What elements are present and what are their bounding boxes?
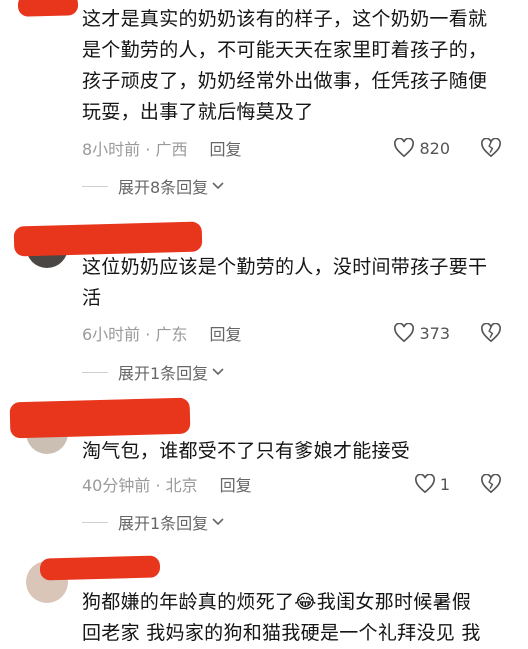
broken-heart-icon <box>481 474 501 494</box>
like-count: 1 <box>439 474 450 494</box>
reply-button[interactable]: 回复 <box>220 472 252 496</box>
expand-replies-label: 展开8条回复 <box>118 178 209 197</box>
broken-heart-icon <box>481 138 501 158</box>
expand-replies-label: 展开1条回复 <box>118 514 209 533</box>
heart-outline-icon <box>414 474 435 494</box>
expand-replies-button[interactable]: 展开8条回复 <box>82 173 224 199</box>
like-count: 820 <box>419 138 450 158</box>
dislike-button[interactable] <box>480 135 502 161</box>
expand-replies-button[interactable]: 展开1条回复 <box>82 509 224 535</box>
comment-meta: 6小时前 · 广东 回复 <box>82 320 241 346</box>
chevron-down-icon <box>212 182 224 190</box>
divider-line <box>82 185 108 187</box>
like-button[interactable]: 820 <box>393 135 450 161</box>
heart-outline-icon <box>394 138 415 158</box>
comment-time-location: 6小时前 · 广东 <box>82 325 188 344</box>
expand-replies-button[interactable]: 展开1条回复 <box>82 359 224 385</box>
chevron-down-icon <box>212 518 224 526</box>
like-count: 373 <box>419 323 450 343</box>
divider-line <box>82 521 108 523</box>
comment-time-location: 40分钟前 · 北京 <box>82 476 198 495</box>
chevron-down-icon <box>212 368 224 376</box>
dislike-button[interactable] <box>480 320 502 346</box>
comment-text[interactable]: 淘气包，谁都受不了只有爹娘才能接受 <box>82 436 502 467</box>
redacted-username <box>39 555 161 581</box>
redacted-username <box>17 0 79 17</box>
divider-line <box>82 371 108 373</box>
like-button[interactable]: 1 <box>414 471 450 497</box>
comment-meta: 8小时前 · 广西 回复 <box>82 135 241 161</box>
like-button[interactable]: 373 <box>393 320 450 346</box>
dislike-button[interactable] <box>480 471 502 497</box>
reply-button[interactable]: 回复 <box>209 136 241 160</box>
comment-text[interactable]: 这才是真实的奶奶该有的样子，这个奶奶一看就 是个勤劳的人，不可能天天在家里盯着孩… <box>82 4 502 128</box>
comment-meta: 40分钟前 · 北京 回复 <box>82 471 252 497</box>
heart-outline-icon <box>394 323 415 343</box>
reply-button[interactable]: 回复 <box>209 321 241 345</box>
redacted-username <box>9 397 191 439</box>
broken-heart-icon <box>481 323 501 343</box>
comment-time-location: 8小时前 · 广西 <box>82 140 188 159</box>
expand-replies-label: 展开1条回复 <box>118 364 209 383</box>
comment-text[interactable]: 这位奶奶应该是个勤劳的人，没时间带孩子要干 活 <box>82 252 502 314</box>
